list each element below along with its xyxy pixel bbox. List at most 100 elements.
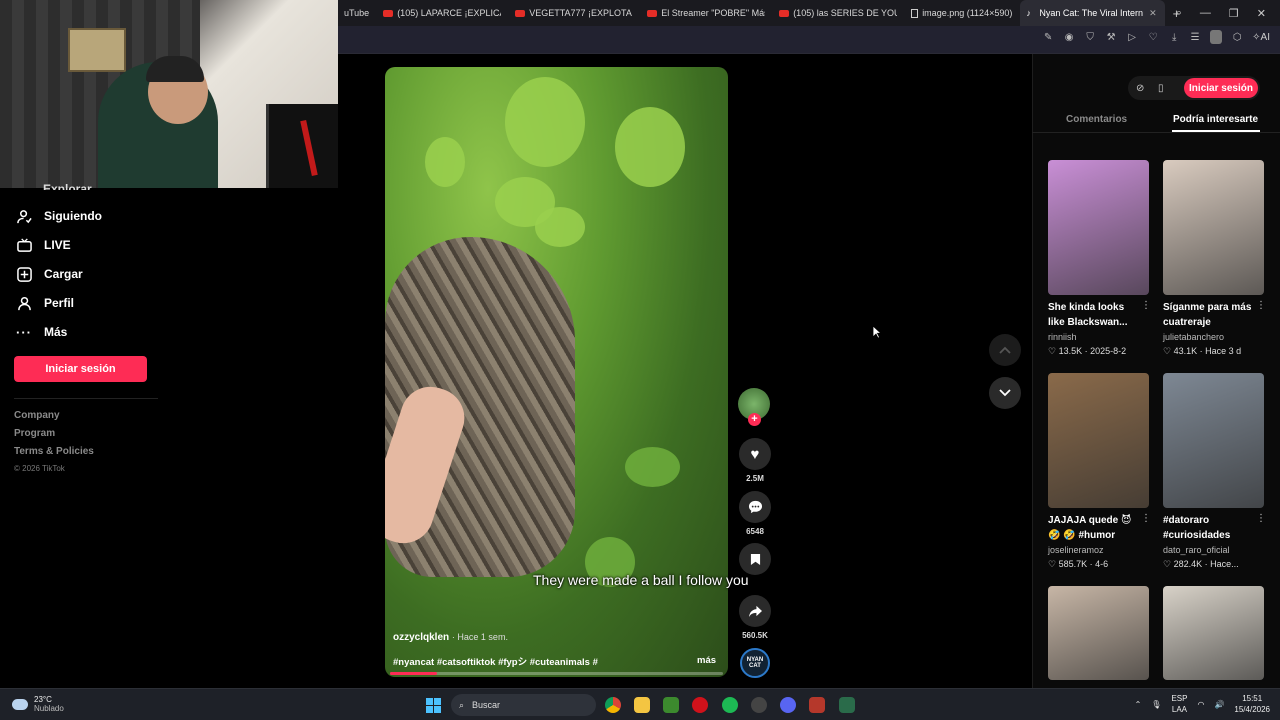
card-title[interactable]: JAJAJA quede 😈 🤣 🤣 #humor: [1048, 513, 1140, 543]
comment-action[interactable]: 6548: [738, 491, 772, 536]
chevron-up-icon: [999, 346, 1011, 354]
windows-start-icon[interactable]: [426, 698, 441, 713]
camera-icon[interactable]: ◉: [1063, 32, 1075, 43]
chevron-up-icon[interactable]: ⌃: [1135, 700, 1142, 709]
game-app-icon[interactable]: [809, 697, 825, 713]
volume-icon[interactable]: 🔊: [1214, 700, 1224, 709]
browser-tab[interactable]: (105) LAPARCE ¡EXPLICA F: [377, 0, 509, 26]
music-disc-icon[interactable]: NYAN CAT: [740, 648, 770, 678]
author-name[interactable]: ozzyclqklen: [393, 632, 449, 643]
sidebar-item-explore-partial[interactable]: Explorar: [43, 182, 92, 190]
card-author[interactable]: joselineramoz: [1048, 545, 1104, 555]
sidebar-item-profile[interactable]: Perfil: [16, 295, 74, 311]
menu-icon[interactable]: ☰: [1189, 32, 1201, 43]
like-action[interactable]: ♥ 2.5M: [738, 438, 772, 483]
edit-icon[interactable]: ✎: [1042, 32, 1054, 43]
heart-icon[interactable]: ♡: [1147, 32, 1159, 43]
extension-icon[interactable]: ⬡: [1231, 32, 1243, 43]
progress-fill: [390, 672, 437, 675]
sidebar-item-upload[interactable]: Cargar: [16, 266, 83, 282]
more-options-icon[interactable]: ⋮: [1256, 513, 1266, 524]
close-window-icon[interactable]: ✕: [1257, 7, 1266, 20]
card-author[interactable]: julietabanchero: [1163, 332, 1224, 342]
more-options-icon[interactable]: ⋮: [1256, 300, 1266, 311]
footer-link-terms[interactable]: Terms & Policies: [14, 446, 94, 457]
search-tabs-icon[interactable]: ⌕: [1176, 7, 1182, 20]
card-author[interactable]: rinniish: [1048, 332, 1077, 342]
weather-widget[interactable]: 23°C Nublado: [12, 695, 64, 713]
microphone-icon[interactable]: 🎙: [1151, 700, 1161, 709]
close-tab-icon[interactable]: ✕: [1149, 8, 1157, 19]
footer-link-program[interactable]: Program: [14, 428, 55, 439]
opera-icon[interactable]: [692, 697, 708, 713]
like-button[interactable]: ♥: [739, 438, 771, 470]
video-thumbnail[interactable]: [1048, 586, 1149, 680]
tab-comments[interactable]: Comentarios: [1066, 114, 1127, 125]
download-icon[interactable]: ⤓: [1168, 32, 1180, 43]
leaf-shape: [535, 207, 585, 247]
video-thumbnail[interactable]: [1163, 160, 1264, 295]
follow-button[interactable]: +: [748, 413, 761, 426]
more-options-icon[interactable]: ⋮: [1141, 300, 1151, 311]
card-title[interactable]: #datoraro #curiosidades: [1163, 513, 1255, 543]
browser-tab[interactable]: VEGETTA777 ¡EXPLOTA en: [509, 0, 641, 26]
bookmark-action[interactable]: [738, 543, 772, 575]
taskbar-search[interactable]: ⌕ Buscar: [451, 694, 596, 716]
mobile-icon[interactable]: ▯: [1158, 83, 1164, 94]
language-indicator[interactable]: ESP LAA: [1171, 693, 1187, 715]
browser-tab[interactable]: image.png (1124×590): [905, 0, 1020, 26]
app-icon[interactable]: [751, 697, 767, 713]
top-login-button[interactable]: Iniciar sesión: [1184, 78, 1258, 98]
video-thumbnail[interactable]: [1163, 586, 1264, 680]
browser-tab[interactable]: uTube: [338, 0, 377, 26]
previous-video-button[interactable]: [989, 334, 1021, 366]
profile-avatar-icon[interactable]: [1210, 30, 1223, 44]
minecraft-icon[interactable]: [663, 697, 679, 713]
video-progress-bar[interactable]: [390, 672, 723, 675]
shield-icon[interactable]: ⛉: [1084, 32, 1096, 43]
ai-label: AI: [1260, 31, 1270, 43]
ai-button[interactable]: ✧AI: [1252, 32, 1270, 43]
video-thumbnail[interactable]: [1163, 373, 1264, 508]
tab-title: El Streamer "POBRE" Más: [661, 8, 766, 18]
sidebar-item-more[interactable]: ··· Más: [16, 324, 67, 340]
card-stats: ♡ 585.7K · 4-6: [1048, 559, 1152, 570]
browser-tab[interactable]: ♪ Nyan Cat: The Viral Intern ✕: [1020, 0, 1165, 26]
card-title[interactable]: She kinda looks like Blackswan...: [1048, 300, 1140, 330]
card-title[interactable]: Síganme para más cuatreraje: [1163, 300, 1255, 330]
video-thumbnail[interactable]: [1048, 160, 1149, 295]
video-author[interactable]: ozzyclqklen · Hace 1 sem.: [393, 632, 508, 643]
youtube-icon: [779, 9, 790, 17]
next-video-button[interactable]: [989, 377, 1021, 409]
maximize-icon[interactable]: ❐: [1229, 7, 1239, 20]
footer-link-company[interactable]: Company: [14, 410, 60, 421]
share-icon: [748, 605, 762, 617]
share-button[interactable]: [739, 595, 771, 627]
discord-icon[interactable]: [780, 697, 796, 713]
card-stats: ♡ 282.4K · Hace...: [1163, 559, 1267, 570]
minimize-icon[interactable]: —: [1200, 7, 1211, 19]
chrome-icon[interactable]: [605, 697, 621, 713]
compass-icon[interactable]: ⊘: [1136, 83, 1144, 94]
bookmark-button[interactable]: [739, 543, 771, 575]
terminal-icon[interactable]: [839, 697, 855, 713]
share-action[interactable]: 560.5K: [738, 595, 772, 640]
tools-icon[interactable]: ⚒: [1105, 32, 1117, 43]
spotify-icon[interactable]: [722, 697, 738, 713]
sidebar-item-live[interactable]: LIVE: [16, 237, 71, 253]
clock[interactable]: 15:51 15/4/2026: [1234, 693, 1270, 715]
sidebar-item-following[interactable]: Siguiendo: [16, 208, 102, 224]
browser-tab[interactable]: (105) las SERIES DE YOUTU: [773, 0, 905, 26]
file-explorer-icon[interactable]: [634, 697, 650, 713]
tab-you-may-like[interactable]: Podría interesarte: [1173, 114, 1258, 125]
sidebar-login-button[interactable]: Iniciar sesión: [14, 356, 147, 382]
wifi-icon[interactable]: ◠: [1197, 700, 1204, 709]
video-thumbnail[interactable]: [1048, 373, 1149, 508]
play-icon[interactable]: ▷: [1126, 32, 1138, 43]
more-options-icon[interactable]: ⋮: [1141, 513, 1151, 524]
video-hashtags[interactable]: #nyancat #catsoftiktok #fypシ #cuteanimal…: [393, 654, 643, 668]
card-author[interactable]: dato_raro_oficial: [1163, 545, 1230, 555]
description-more-link[interactable]: más: [697, 655, 716, 666]
browser-tab[interactable]: El Streamer "POBRE" Más: [641, 0, 773, 26]
comment-button[interactable]: [739, 491, 771, 523]
